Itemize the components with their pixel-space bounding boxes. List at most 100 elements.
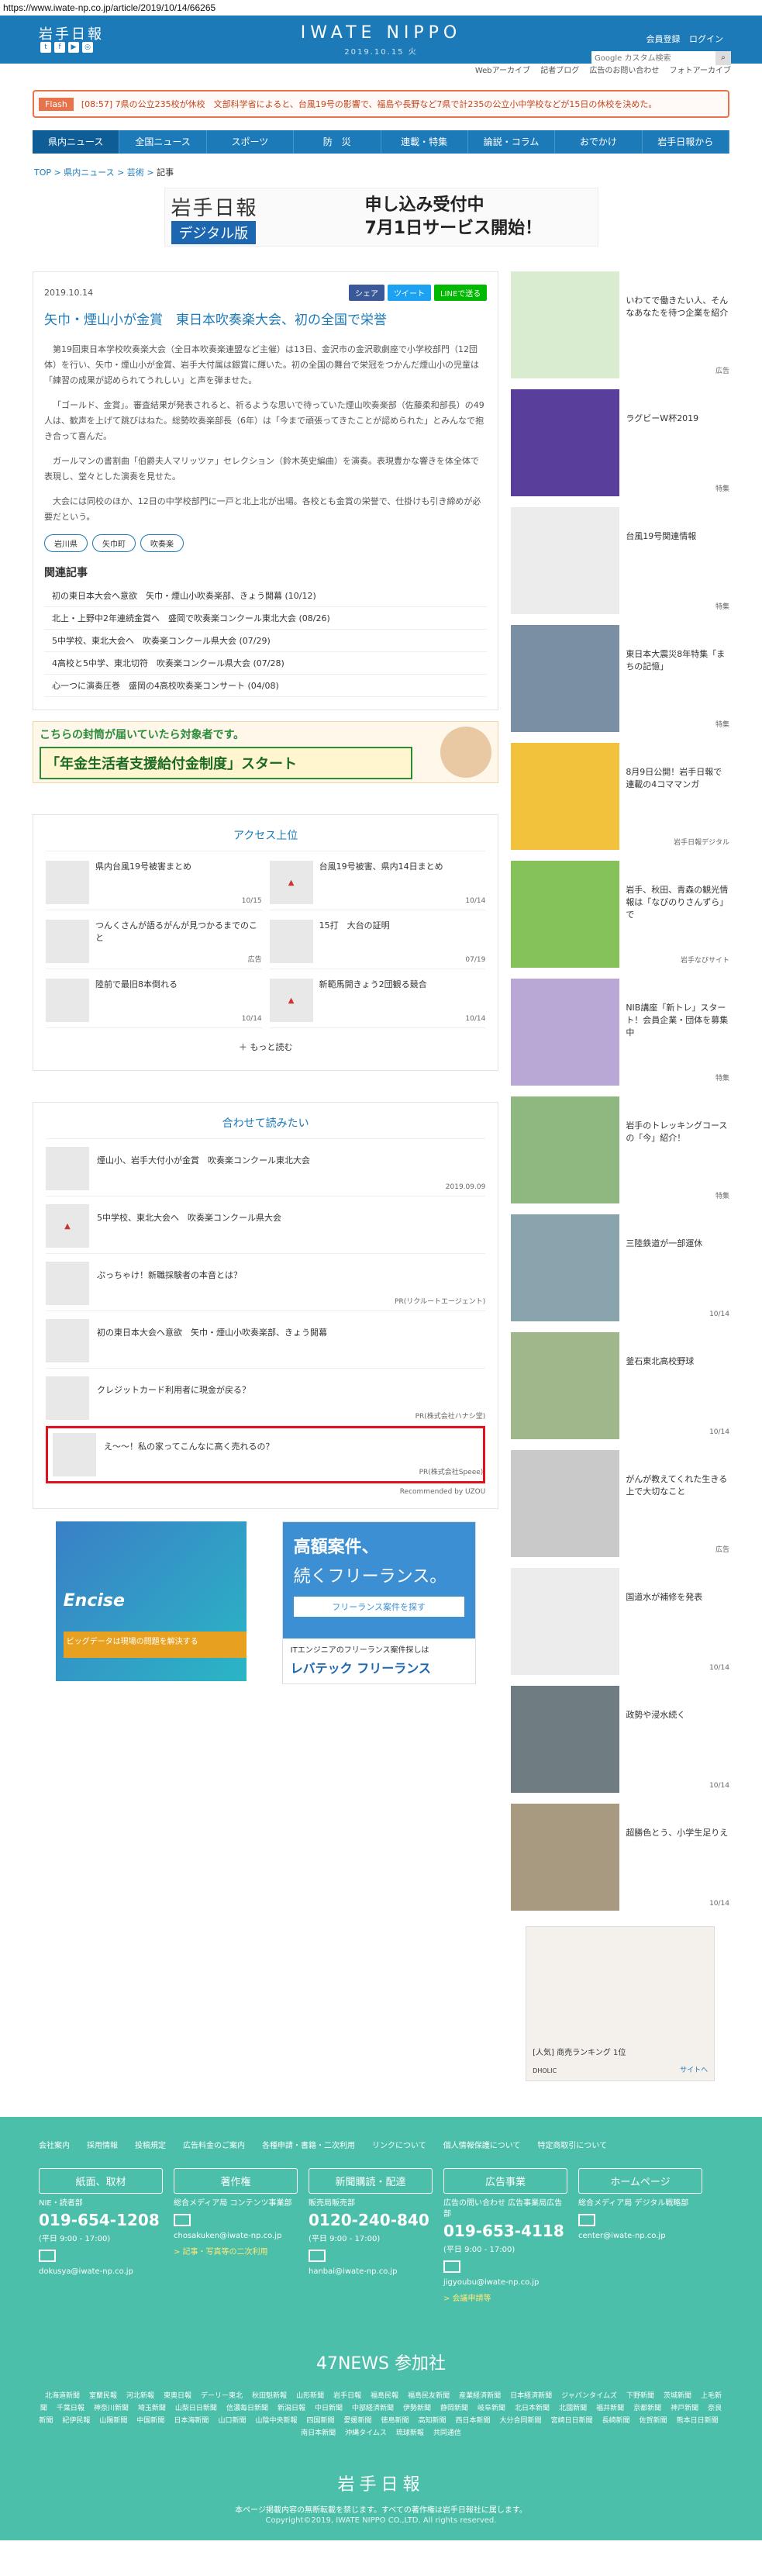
n47-member-link[interactable]: 西日本新聞 bbox=[456, 2417, 491, 2425]
n47-member-link[interactable]: 秋田魁新報 bbox=[252, 2392, 287, 2400]
n47-member-link[interactable]: 静岡新聞 bbox=[440, 2405, 468, 2412]
mail-icon[interactable] bbox=[443, 2260, 460, 2273]
freelance-button[interactable]: フリーランス案件を探す bbox=[293, 1597, 464, 1617]
sub-link[interactable]: フォトアーカイブ bbox=[670, 67, 731, 75]
recommend-item[interactable]: 煙山小、岩手大付小が金賞 吹奏楽コンクール東北大会 2019.09.09 bbox=[46, 1139, 486, 1196]
recommend-footer[interactable]: Recommended by UZOU bbox=[46, 1488, 486, 1496]
side-item[interactable]: 岩手のトレッキングコースの「今」紹介！ 特集 bbox=[511, 1096, 729, 1203]
tag[interactable]: 矢巾町 bbox=[92, 534, 136, 552]
n47-member-link[interactable]: 徳島新聞 bbox=[381, 2417, 409, 2425]
n47-member-link[interactable]: 神戸新聞 bbox=[671, 2405, 698, 2412]
n47-member-link[interactable]: 宮崎日日新聞 bbox=[551, 2417, 593, 2425]
side-item[interactable]: いわてで働きたい人、そんなあなたを待つ企業を紹介 広告 bbox=[511, 271, 729, 378]
mail-icon[interactable] bbox=[309, 2250, 326, 2262]
n47-member-link[interactable]: 共同通信 bbox=[433, 2429, 461, 2437]
n47-member-link[interactable]: 山口新聞 bbox=[218, 2417, 246, 2425]
n47-member-link[interactable]: 中部経済新聞 bbox=[352, 2405, 394, 2412]
sub-link[interactable]: 広告のお問い合わせ bbox=[589, 67, 659, 75]
rank-item[interactable]: 15打 大台の証明 07/19 bbox=[269, 910, 486, 969]
recommend-item[interactable]: ぷっちゃけ！新職採験者の本音とは？ PR(リクルートエージェント) bbox=[46, 1254, 486, 1311]
n47-member-link[interactable]: 東奥日報 bbox=[164, 2392, 191, 2400]
contact-mail[interactable]: center@iwate-np.co.jp bbox=[578, 2231, 702, 2242]
side-item[interactable]: 台風19号関連情報 特集 bbox=[511, 507, 729, 614]
tag[interactable]: 岩川県 bbox=[44, 534, 88, 552]
related-item[interactable]: 北上・上野中2年連続金賞へ 盛岡で吹奏楽コンクール東北大会 (08/26) bbox=[44, 607, 488, 630]
footer-link[interactable]: 広告料金のご案内 bbox=[183, 2140, 245, 2153]
side-item[interactable]: 政勢や浸水続く 10/14 bbox=[511, 1686, 729, 1793]
recommend-item-highlighted[interactable]: え〜〜！私の家ってこんなに高く売れるの？ PR(株式会社Speee) bbox=[46, 1426, 486, 1483]
rank-item[interactable]: 陸前で最旧8本倒れる 10/14 bbox=[46, 969, 262, 1028]
twitter-share-button[interactable]: ツイート bbox=[387, 285, 431, 301]
n47-member-link[interactable]: 中国新聞 bbox=[136, 2417, 164, 2425]
mail-icon[interactable] bbox=[39, 2250, 56, 2262]
n47-member-link[interactable]: 佐賀新聞 bbox=[640, 2417, 667, 2425]
n47-member-link[interactable]: 北海道新聞 bbox=[45, 2392, 80, 2400]
side-item[interactable]: 東日本大震災8年特集「まちの記憶」 特集 bbox=[511, 625, 729, 732]
n47-member-link[interactable]: 茨城新聞 bbox=[664, 2392, 691, 2400]
n47-member-link[interactable]: 河北新報 bbox=[126, 2392, 154, 2400]
mail-icon[interactable] bbox=[578, 2214, 595, 2226]
nav-item[interactable]: 連載・特集 bbox=[381, 130, 468, 154]
related-item[interactable]: 心一つに演奏圧巻 盛岡の4高校吹奏楽コンサート (04/08) bbox=[44, 675, 488, 697]
n47-member-link[interactable]: 伊勢新聞 bbox=[403, 2405, 431, 2412]
footer-link[interactable]: 採用情報 bbox=[87, 2140, 118, 2153]
footer-link[interactable]: 各種申請・書籍・二次利用 bbox=[262, 2140, 355, 2153]
read-more-button[interactable]: ＋ もっと読む bbox=[46, 1028, 485, 1058]
freelance-ad[interactable]: 高額案件、 続くフリーランス。 フリーランス案件を探す ITエンジニアのフリーラ… bbox=[281, 1521, 476, 1684]
n47-member-link[interactable]: 紀伊民報 bbox=[62, 2417, 90, 2425]
footer-link[interactable]: リンクについて bbox=[372, 2140, 426, 2153]
n47-member-link[interactable]: 岩手日報 bbox=[333, 2392, 361, 2400]
crumb-link[interactable]: 県内ニュース bbox=[64, 167, 114, 178]
phone-number[interactable]: 0120-240-840 bbox=[309, 2211, 433, 2229]
n47-member-link[interactable]: 山梨日日新聞 bbox=[175, 2405, 217, 2412]
recommend-item[interactable]: 5中学校、東北大会へ 吹奏楽コンクール県大会 bbox=[46, 1196, 486, 1254]
nav-item[interactable]: 防 災 bbox=[294, 130, 381, 154]
side-item[interactable]: 超勝色とう、小学生足りえ 10/14 bbox=[511, 1804, 729, 1911]
n47-member-link[interactable]: 産業経済新聞 bbox=[459, 2392, 501, 2400]
related-item[interactable]: 初の東日本大会へ意欲 矢巾・煙山小吹奏楽部、きょう開幕 (10/12) bbox=[44, 585, 488, 607]
n47-member-link[interactable]: 日本経済新聞 bbox=[510, 2392, 552, 2400]
footer-link[interactable]: 会社案内 bbox=[39, 2140, 70, 2153]
related-item[interactable]: 5中学校、東北大会へ 吹奏楽コンクール県大会 (07/29) bbox=[44, 630, 488, 652]
n47-member-link[interactable]: 沖縄タイムス bbox=[345, 2429, 387, 2437]
related-item[interactable]: 4高校と5中学、東北切符 吹奏楽コンクール県大会 (07/28) bbox=[44, 652, 488, 675]
nav-item[interactable]: 岩手日報から bbox=[643, 130, 729, 154]
rank-item[interactable]: 台風19号被害、県内14日まとめ 10/14 bbox=[269, 851, 486, 910]
fashion-ad[interactable]: [人気] 商売ランキング 1位 DHOLIC サイトへ bbox=[526, 1926, 715, 2081]
n47-member-link[interactable]: 四国新聞 bbox=[306, 2417, 334, 2425]
n47-member-link[interactable]: 山陽新聞 bbox=[99, 2417, 127, 2425]
rank-item[interactable]: 新範馬開きょう2団観る競合 10/14 bbox=[269, 969, 486, 1028]
nav-item[interactable]: 全国ニュース bbox=[119, 130, 207, 154]
tag[interactable]: 吹奏楽 bbox=[140, 534, 184, 552]
sub-link[interactable]: 記者ブログ bbox=[540, 67, 579, 75]
contact-link[interactable]: > 記事・写真等の二次利用 bbox=[174, 2245, 298, 2257]
n47-member-link[interactable]: 南日本新聞 bbox=[301, 2429, 336, 2437]
footer-link[interactable]: 特定商取引について bbox=[537, 2140, 607, 2153]
n47-member-link[interactable]: 北日本新聞 bbox=[515, 2405, 550, 2412]
side-item[interactable]: 三陸鉄道が一部運休 10/14 bbox=[511, 1214, 729, 1321]
sub-link[interactable]: Webアーカイブ bbox=[475, 67, 530, 75]
n47-member-link[interactable]: 山形新聞 bbox=[296, 2392, 324, 2400]
n47-member-link[interactable]: デーリー東北 bbox=[201, 2392, 243, 2400]
nav-item[interactable]: 論説・コラム bbox=[468, 130, 556, 154]
side-item[interactable]: 岩手、秋田、青森の観光情報は「なびのりさんずら」で 岩手なびサイト bbox=[511, 861, 729, 968]
crumb-link[interactable]: TOP bbox=[34, 167, 51, 178]
search-input[interactable] bbox=[591, 51, 715, 65]
mail-icon[interactable] bbox=[174, 2214, 191, 2226]
n47-member-link[interactable]: 千葉日報 bbox=[57, 2405, 84, 2412]
n47-member-link[interactable]: 福井新聞 bbox=[596, 2405, 624, 2412]
encise-ad[interactable]: Encise ビッグデータは現場の問題を解決する bbox=[55, 1521, 247, 1681]
recommend-item[interactable]: 初の東日本大会へ意欲 矢巾・煙山小吹奏楽部、きょう開幕 bbox=[46, 1311, 486, 1369]
side-item[interactable]: 釜石東北高校野球 10/14 bbox=[511, 1332, 729, 1439]
search-icon[interactable]: ⌕ bbox=[715, 51, 731, 65]
nav-item[interactable]: スポーツ bbox=[207, 130, 295, 154]
recommend-item[interactable]: クレジットカード利用者に現金が戻る？ PR(株式会社ハナシ堂) bbox=[46, 1369, 486, 1426]
fashion-ad-more[interactable]: サイトへ bbox=[680, 2064, 708, 2074]
contact-link[interactable]: > 会議申請等 bbox=[443, 2291, 567, 2303]
n47-member-link[interactable]: 琉球新報 bbox=[396, 2429, 424, 2437]
n47-member-link[interactable]: 日本海新聞 bbox=[174, 2417, 209, 2425]
n47-member-link[interactable]: 京都新聞 bbox=[633, 2405, 661, 2412]
rank-item[interactable]: 県内台風19号被害まとめ 10/15 bbox=[46, 851, 262, 910]
footer-link[interactable]: 個人情報保護について bbox=[443, 2140, 521, 2153]
n47-member-link[interactable]: 岐阜新聞 bbox=[478, 2405, 505, 2412]
